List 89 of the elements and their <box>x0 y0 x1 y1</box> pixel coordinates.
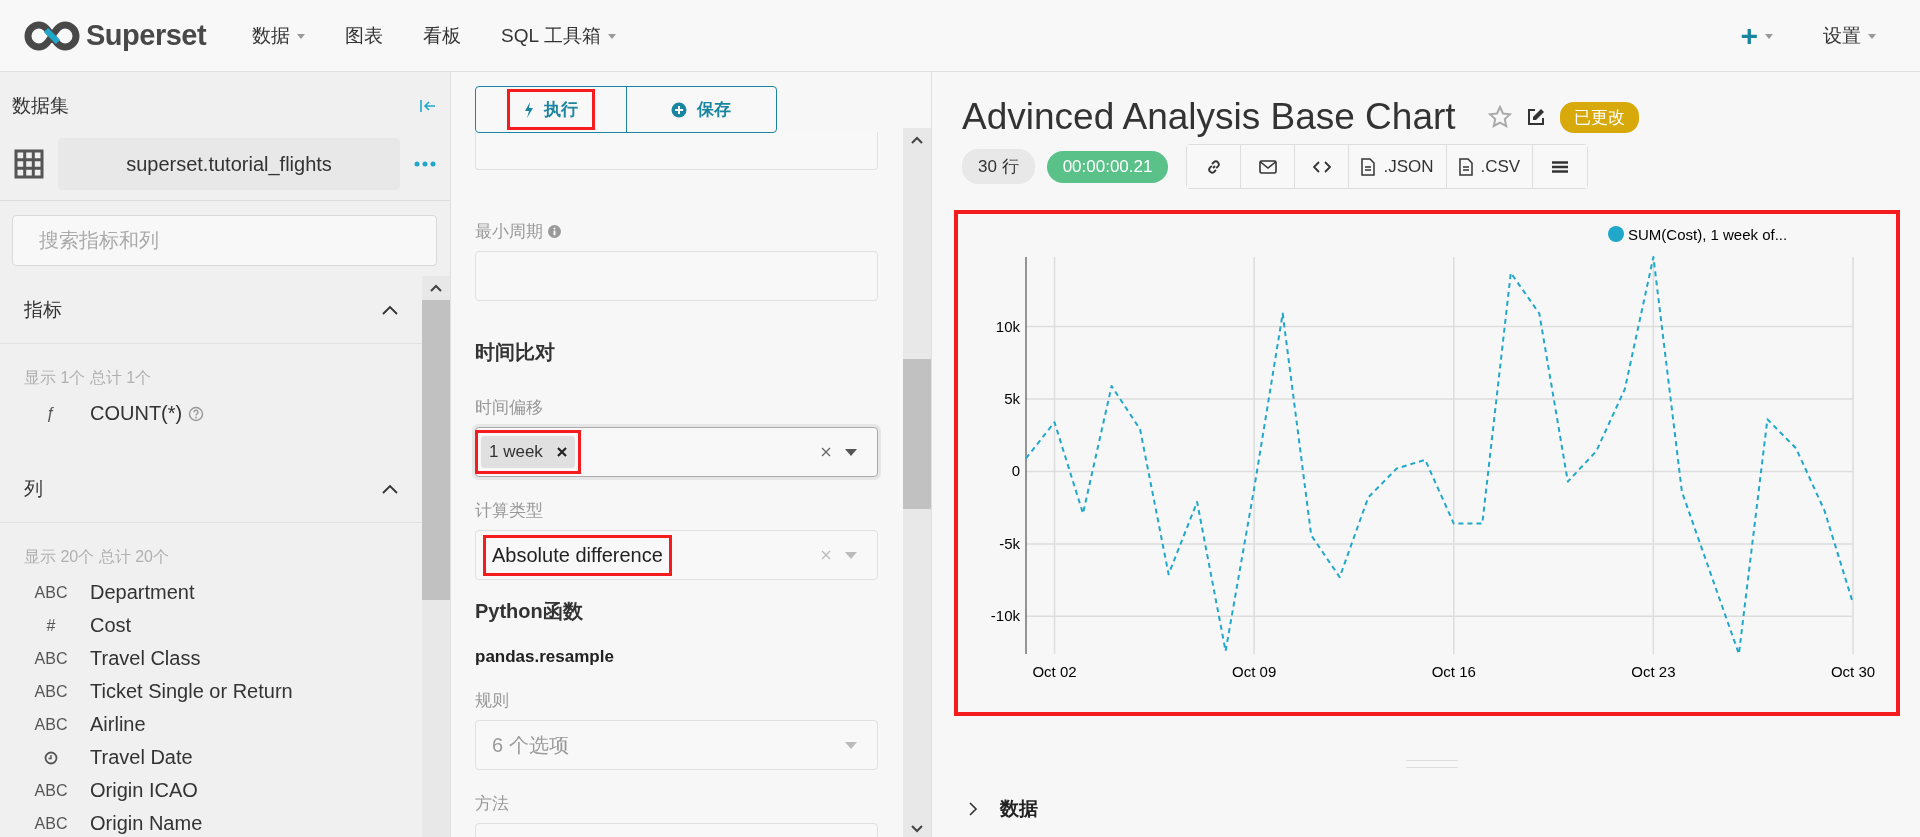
expand-icon[interactable] <box>968 802 978 816</box>
input-field[interactable] <box>475 251 878 301</box>
menu-icon <box>1552 160 1569 173</box>
clear-icon[interactable] <box>821 447 831 457</box>
tag[interactable]: 1 week <box>481 436 575 468</box>
code-icon <box>1312 160 1331 173</box>
remove-icon[interactable] <box>556 447 567 457</box>
section-heading: Python函数 <box>475 599 584 624</box>
search-field[interactable]: 搜索指标和列 <box>12 215 437 266</box>
scroll-thumb[interactable] <box>903 358 931 509</box>
control-label: 计算类型 <box>475 500 543 522</box>
control-label: 时间偏移 <box>475 397 543 419</box>
multi-select[interactable]: 1 week <box>475 427 878 477</box>
bolt-icon <box>523 101 534 118</box>
plus-circle-icon <box>671 101 688 118</box>
action-button[interactable]: 保存 <box>625 87 776 132</box>
legend-dot[interactable] <box>1608 226 1624 242</box>
dropdown-icon[interactable] <box>845 448 857 456</box>
nav-menu[interactable]: 看板 <box>403 22 482 49</box>
clock-icon <box>44 750 58 765</box>
timer-badge: 00:00:00.21 <box>1046 150 1169 183</box>
scrollbar[interactable] <box>422 276 450 837</box>
column-name[interactable]: Department <box>90 581 195 604</box>
panel-title: 数据集 <box>12 94 69 118</box>
column-name[interactable]: Travel Class <box>90 647 201 670</box>
type-label: ABC <box>34 781 68 800</box>
table-icon <box>14 149 44 179</box>
axis-label: 0 <box>1011 462 1020 480</box>
nav-menu[interactable]: 数据 <box>232 22 326 49</box>
scroll-down-icon[interactable] <box>911 825 923 833</box>
type-label: # <box>46 616 56 635</box>
type-label: ABC <box>34 814 68 833</box>
type-label: ƒ <box>46 404 56 423</box>
edit-icon[interactable] <box>1525 107 1546 127</box>
scroll-up-icon[interactable] <box>430 284 442 292</box>
dataset-name[interactable]: superset.tutorial_flights <box>58 138 400 190</box>
scroll-thumb[interactable] <box>422 300 450 600</box>
nav-menu[interactable]: SQL 工具箱 <box>481 22 636 49</box>
more-icon[interactable] <box>414 161 436 167</box>
axis-label: Oct 30 <box>1830 663 1876 680</box>
axis-label: 5k <box>1004 390 1020 407</box>
logo-icon <box>24 20 80 51</box>
type-label: ABC <box>34 583 68 602</box>
column-name[interactable]: Origin ICAO <box>90 779 198 802</box>
column-name[interactable]: Ticket Single or Return <box>90 680 293 703</box>
section-title: 列 <box>24 476 43 501</box>
type-label: ABC <box>34 715 68 734</box>
axis-label: Oct 09 <box>1232 663 1277 680</box>
nav-menu[interactable]: 图表 <box>325 22 404 49</box>
control-label: 规则 <box>475 690 509 712</box>
column-name[interactable]: COUNT(*) <box>90 402 183 425</box>
item-count: 显示 1个 总计 1个 <box>23 368 153 388</box>
column-name[interactable]: Origin Name <box>90 812 203 835</box>
row-count: 30 行 <box>962 149 1035 184</box>
file-icon <box>1361 157 1376 176</box>
column-name[interactable]: Cost <box>90 614 132 637</box>
status-badge: 已更改 <box>1559 101 1639 133</box>
mail-icon <box>1258 159 1277 174</box>
item-count: 显示 20个 总计 20个 <box>23 547 170 567</box>
function-name: pandas.resample <box>475 647 615 667</box>
resize-handle[interactable] <box>1406 760 1458 768</box>
collapse-icon[interactable] <box>382 304 398 315</box>
settings-menu[interactable]: 设置 <box>1803 22 1896 49</box>
axis-label: -5k <box>999 534 1020 552</box>
axis-label: Oct 02 <box>1032 663 1077 680</box>
section-title: 指标 <box>24 297 62 322</box>
section-title[interactable]: 数据 <box>1000 796 1038 822</box>
column-name[interactable]: Airline <box>90 713 146 736</box>
scrollbar[interactable] <box>903 128 931 837</box>
axis-label: 10k <box>995 317 1020 335</box>
control-label: 方法 <box>475 793 509 815</box>
scroll-up-icon[interactable] <box>911 136 923 144</box>
star-icon[interactable] <box>1487 105 1512 129</box>
add-menu[interactable]: + <box>1710 18 1803 53</box>
type-label: ABC <box>34 682 68 701</box>
axis-label: Oct 16 <box>1431 663 1476 680</box>
collapse-icon[interactable] <box>382 483 398 494</box>
file-icon <box>1458 157 1473 176</box>
axis-label: Oct 23 <box>1631 663 1676 680</box>
brand-name[interactable]: Superset <box>86 19 207 52</box>
section-heading: 时间比对 <box>475 340 556 365</box>
control-label: 最小周期 <box>475 221 543 243</box>
type-label: ABC <box>34 649 68 668</box>
legend-label[interactable]: SUM(Cost), 1 week of... <box>1628 226 1788 243</box>
axis-label: -10k <box>990 607 1020 625</box>
chart-title[interactable]: Advinced Analysis Base Chart <box>962 96 1456 138</box>
column-name[interactable]: Travel Date <box>90 746 193 769</box>
action-button[interactable]: 执行 <box>476 87 626 132</box>
input-field[interactable] <box>475 132 878 170</box>
